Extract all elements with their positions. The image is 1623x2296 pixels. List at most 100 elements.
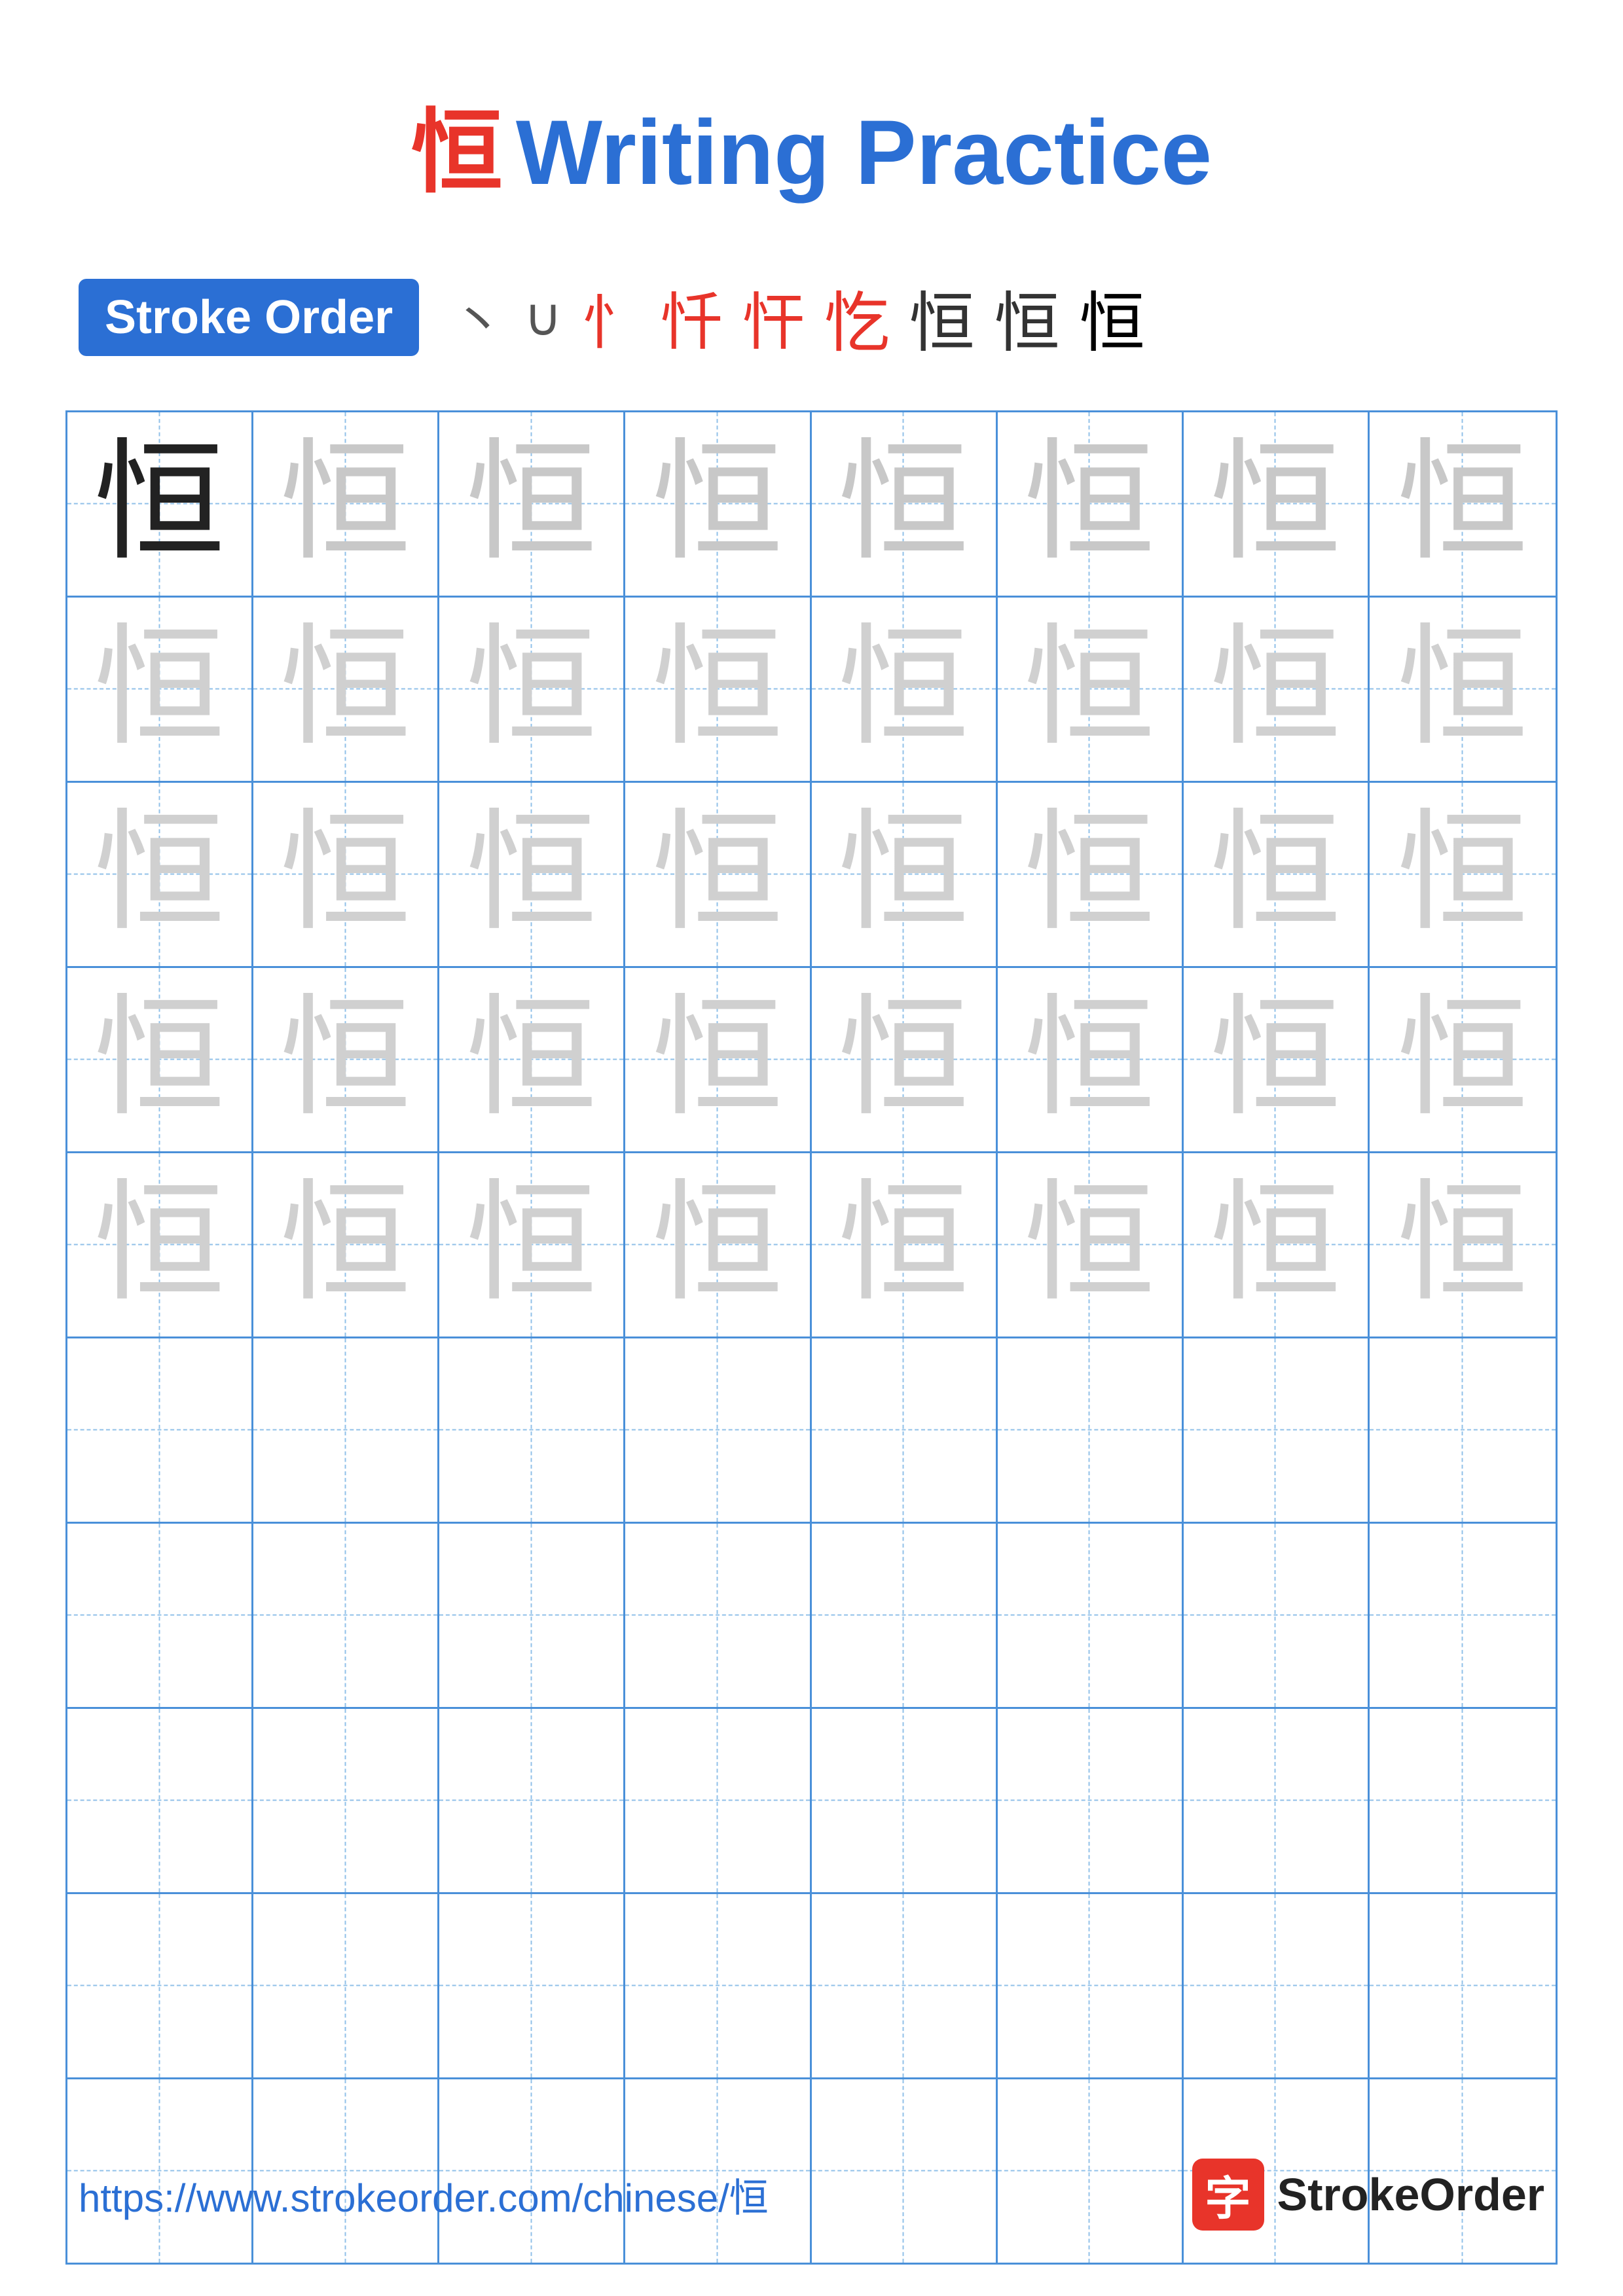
- grid-cell[interactable]: [253, 1338, 439, 1522]
- grid-cell[interactable]: 恒: [439, 783, 625, 966]
- stroke-5: 忓: [742, 272, 805, 362]
- grid-cell[interactable]: 恒: [998, 968, 1184, 1151]
- grid-cell[interactable]: 恒: [625, 598, 811, 781]
- grid-cell[interactable]: [253, 1524, 439, 1707]
- grid-cell[interactable]: 恒: [1370, 1153, 1556, 1336]
- grid-cell[interactable]: 恒: [439, 968, 625, 1151]
- grid-cell[interactable]: [67, 1338, 253, 1522]
- title-chinese-char: 恒: [411, 101, 503, 204]
- grid-cell[interactable]: 恒: [439, 598, 625, 781]
- cell-character: 恒: [652, 809, 783, 940]
- cell-character: 恒: [280, 994, 411, 1125]
- grid-cell[interactable]: 恒: [812, 412, 998, 596]
- grid-cell[interactable]: 恒: [1370, 783, 1556, 966]
- cell-character: 恒: [1397, 1179, 1528, 1310]
- grid-cell[interactable]: 恒: [439, 1153, 625, 1336]
- grid-cell[interactable]: 恒: [253, 783, 439, 966]
- grid-cell[interactable]: [1370, 1709, 1556, 1892]
- cell-character: 恒: [1397, 994, 1528, 1125]
- grid-cell[interactable]: [812, 1709, 998, 1892]
- grid-cell[interactable]: 恒: [439, 412, 625, 596]
- grid-cell[interactable]: 恒: [1184, 1153, 1370, 1336]
- grid-cell[interactable]: 恒: [67, 783, 253, 966]
- grid-cell[interactable]: 恒: [625, 968, 811, 1151]
- grid-cell[interactable]: 恒: [812, 1153, 998, 1336]
- grid-cell[interactable]: 恒: [1370, 598, 1556, 781]
- grid-cell[interactable]: 恒: [253, 598, 439, 781]
- grid-cell[interactable]: 恒: [253, 1153, 439, 1336]
- grid-cell[interactable]: [625, 1338, 811, 1522]
- grid-cell[interactable]: 恒: [812, 783, 998, 966]
- grid-cell[interactable]: [1370, 1524, 1556, 1707]
- grid-cell[interactable]: [439, 1338, 625, 1522]
- grid-cell[interactable]: [253, 1709, 439, 1892]
- grid-cell[interactable]: [1370, 1894, 1556, 2077]
- grid-cell[interactable]: [625, 1894, 811, 2077]
- grid-cell[interactable]: [67, 1524, 253, 1707]
- grid-cell[interactable]: [253, 1894, 439, 2077]
- grid-row: [67, 1709, 1556, 1894]
- grid-cell[interactable]: [439, 1524, 625, 1707]
- cell-character: 恒: [466, 994, 597, 1125]
- grid-cell[interactable]: [812, 1524, 998, 1707]
- grid-cell[interactable]: 恒: [1184, 783, 1370, 966]
- grid-cell[interactable]: [998, 1709, 1184, 1892]
- grid-cell[interactable]: 恒: [998, 598, 1184, 781]
- cell-character: 恒: [466, 439, 597, 569]
- grid-cell[interactable]: 恒: [1370, 968, 1556, 1151]
- grid-cell[interactable]: [1370, 1338, 1556, 1522]
- grid-cell[interactable]: 恒: [625, 412, 811, 596]
- grid-cell[interactable]: [439, 1709, 625, 1892]
- grid-cell[interactable]: [1184, 1894, 1370, 2077]
- cell-character: 恒: [466, 624, 597, 755]
- cell-character: 恒: [280, 439, 411, 569]
- grid-cell[interactable]: [998, 1524, 1184, 1707]
- grid-cell[interactable]: [625, 1524, 811, 1707]
- title-english: Writing Practice: [516, 101, 1212, 204]
- stroke-order-badge: Stroke Order: [79, 279, 419, 356]
- grid-cell[interactable]: 恒: [998, 1153, 1184, 1336]
- cell-character: 恒: [1210, 1179, 1341, 1310]
- grid-cell[interactable]: 恒: [812, 598, 998, 781]
- cell-character: 恒: [838, 439, 969, 569]
- stroke-4: 忏: [661, 272, 723, 362]
- grid-cell[interactable]: [67, 1894, 253, 2077]
- page-title: 恒Writing Practice: [0, 0, 1623, 250]
- grid-cell[interactable]: 恒: [625, 783, 811, 966]
- grid-cell[interactable]: 恒: [1184, 968, 1370, 1151]
- grid-cell[interactable]: 恒: [253, 412, 439, 596]
- grid-row: 恒 恒 恒 恒 恒 恒 恒 恒: [67, 1153, 1556, 1338]
- grid-cell[interactable]: 恒: [67, 1153, 253, 1336]
- grid-cell[interactable]: 恒: [625, 1153, 811, 1336]
- grid-cell[interactable]: [812, 1894, 998, 2077]
- cell-character: 恒: [652, 439, 783, 569]
- grid-cell[interactable]: [812, 1338, 998, 1522]
- cell-character: 恒: [280, 809, 411, 940]
- grid-cell[interactable]: 恒: [1184, 598, 1370, 781]
- stroke-9: 恒: [1080, 270, 1145, 365]
- cell-character: 恒: [1210, 994, 1341, 1125]
- grid-cell[interactable]: [998, 1338, 1184, 1522]
- grid-cell[interactable]: 恒: [67, 968, 253, 1151]
- grid-cell[interactable]: [439, 1894, 625, 2077]
- grid-cell[interactable]: 恒: [998, 412, 1184, 596]
- grid-cell[interactable]: [1184, 1338, 1370, 1522]
- footer-brand: 字 StrokeOrder: [1192, 2159, 1544, 2231]
- brand-icon: 字: [1192, 2159, 1264, 2231]
- grid-cell[interactable]: 恒: [998, 783, 1184, 966]
- grid-cell[interactable]: [67, 1709, 253, 1892]
- grid-cell[interactable]: 恒: [1184, 412, 1370, 596]
- cell-character: 恒: [1024, 1179, 1155, 1310]
- grid-cell[interactable]: [625, 1709, 811, 1892]
- grid-cell[interactable]: [998, 1894, 1184, 2077]
- grid-cell[interactable]: 恒: [812, 968, 998, 1151]
- stroke-order-section: Stroke Order 丶 ∪ 忄 忏 忓 忔 恒 恒 恒: [0, 250, 1623, 384]
- grid-cell[interactable]: 恒: [1370, 412, 1556, 596]
- grid-cell[interactable]: [1184, 1709, 1370, 1892]
- grid-row: 恒 恒 恒 恒 恒 恒 恒 恒: [67, 968, 1556, 1153]
- grid-cell[interactable]: 恒: [67, 598, 253, 781]
- grid-cell[interactable]: [1184, 1524, 1370, 1707]
- grid-row: 恒 恒 恒 恒 恒 恒 恒 恒: [67, 598, 1556, 783]
- grid-cell[interactable]: 恒: [67, 412, 253, 596]
- grid-cell[interactable]: 恒: [253, 968, 439, 1151]
